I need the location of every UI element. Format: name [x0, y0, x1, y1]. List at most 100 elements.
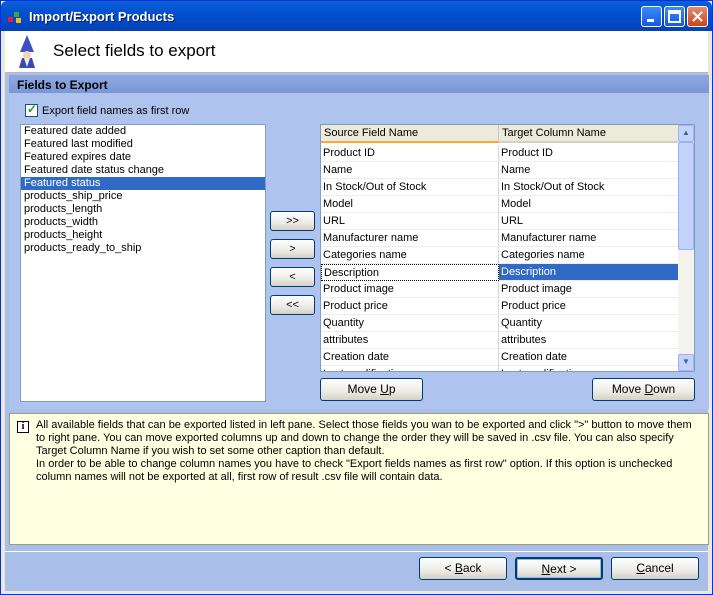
target-column-cell[interactable]: Product image [499, 281, 678, 298]
move-up-label-post: p [388, 382, 396, 396]
target-column-cell[interactable]: Quantity [499, 315, 678, 332]
grid-row[interactable]: Name Name [321, 162, 678, 179]
target-column-cell[interactable]: attributes [499, 332, 678, 349]
maximize-icon [668, 10, 681, 23]
source-field-cell[interactable]: Categories name [321, 247, 499, 264]
source-field-cell[interactable]: URL [321, 213, 499, 230]
page-title: Select fields to export [53, 41, 216, 60]
source-field-cell[interactable]: Product image [321, 281, 499, 298]
source-field-cell[interactable]: attributes [321, 332, 499, 349]
available-fields-list[interactable]: Featured date added Featured last modifie… [20, 124, 266, 402]
grid-row[interactable]: Last modificationLast modification [321, 366, 678, 371]
available-field-item[interactable]: Featured status [21, 177, 265, 190]
available-field-item[interactable]: products_ship_price [21, 190, 265, 203]
scroll-down-arrow[interactable]: ▼ [678, 354, 694, 371]
grid-row[interactable]: URL URL [321, 213, 678, 230]
source-field-cell[interactable]: In Stock/Out of Stock [321, 179, 499, 196]
target-column-cell[interactable]: Description [499, 264, 678, 281]
grid-row[interactable]: Product price Product price [321, 298, 678, 315]
source-field-cell[interactable]: Manufacturer name [321, 230, 499, 247]
export-names-checkbox-row[interactable]: ✓ Export field names as first row [25, 102, 189, 117]
add-all-button[interactable]: >> [270, 211, 315, 231]
target-column-cell[interactable]: Categories name [499, 247, 678, 264]
grid-row[interactable]: In Stock/Out of Stock In Stock/Out of Sto… [321, 179, 678, 196]
source-field-cell[interactable]: Product ID [321, 145, 499, 162]
add-button[interactable]: > [270, 239, 315, 259]
grid-row[interactable]: Creation date Creation date [321, 349, 678, 366]
next-label-post: ext > [550, 562, 577, 576]
checkmark-icon: ✓ [27, 102, 38, 116]
app-icon [8, 12, 21, 23]
grid-row[interactable]: Description Description [321, 264, 678, 281]
target-column-cell[interactable]: Product price [499, 298, 678, 315]
title-bar[interactable]: Import/Export Products [1, 1, 712, 31]
available-field-item[interactable]: products_ready_to_ship [21, 242, 265, 255]
wizard-footer: < Back Next > Cancel [5, 551, 708, 591]
available-field-item[interactable]: Featured date added [21, 125, 265, 138]
main-panel: Fields to Export ✓ Export field names as… [5, 73, 709, 551]
source-field-cell[interactable]: Name [321, 162, 499, 179]
remove-button[interactable]: < [270, 267, 315, 287]
next-button[interactable]: Next > [515, 557, 603, 580]
grid-scrollbar[interactable]: ▲ ▼ [678, 125, 694, 371]
available-field-item[interactable]: products_height [21, 229, 265, 242]
source-field-cell[interactable]: Creation date [321, 349, 499, 366]
back-label-post: ack [462, 561, 482, 575]
available-field-item[interactable]: Featured expires date [21, 151, 265, 164]
move-up-button[interactable]: Move Up [320, 378, 423, 401]
back-button[interactable]: < Back [419, 557, 507, 580]
info-paragraph-2: In order to be able to change column nam… [36, 458, 673, 483]
remove-all-button[interactable]: << [270, 295, 315, 315]
grid-row[interactable]: Product ID Product ID [321, 145, 678, 162]
move-down-label-post: own [653, 382, 676, 396]
grid-row[interactable]: Manufacturer name Manufacturer name [321, 230, 678, 247]
scroll-thumb[interactable] [678, 142, 694, 250]
back-label-pre: < [444, 561, 455, 575]
grid-row[interactable]: Categories name Categories name [321, 247, 678, 264]
target-column-cell[interactable]: Name [499, 162, 678, 179]
target-column-cell[interactable]: Product ID [499, 145, 678, 162]
minimize-button[interactable] [641, 6, 662, 27]
target-column-cell[interactable]: In Stock/Out of Stock [499, 179, 678, 196]
column-header-source[interactable]: Source Field Name [321, 125, 499, 143]
grid-row[interactable]: Model Model [321, 196, 678, 213]
target-column-cell[interactable]: Manufacturer name [499, 230, 678, 247]
grid-row[interactable]: attributes attributes [321, 332, 678, 349]
cancel-hotkey: C [636, 561, 645, 575]
target-column-cell[interactable]: URL [499, 213, 678, 230]
grid-row[interactable]: Product image Product image [321, 281, 678, 298]
available-field-item[interactable]: Featured last modified [21, 138, 265, 151]
target-column-cell[interactable]: Model [499, 196, 678, 213]
scroll-up-arrow[interactable]: ▲ [678, 125, 694, 142]
section-title: Fields to Export [9, 75, 709, 93]
source-field-cell[interactable]: Description [321, 264, 499, 281]
column-header-target[interactable]: Target Column Name [499, 125, 678, 143]
available-field-item[interactable]: products_length [21, 203, 265, 216]
wizard-icon [19, 35, 35, 68]
available-field-item[interactable]: products_width [21, 216, 265, 229]
window-title: Import/Export Products [29, 9, 175, 24]
source-field-cell[interactable]: Product price [321, 298, 499, 315]
export-fields-grid[interactable]: Source Field Name Target Column Name Pro… [320, 124, 695, 372]
target-column-cell[interactable]: Last modification [499, 366, 678, 371]
close-icon [692, 11, 703, 22]
move-down-hotkey: D [644, 382, 654, 396]
import-export-window: Import/Export Products Select fields to … [0, 0, 713, 595]
cancel-button[interactable]: Cancel [611, 557, 699, 580]
export-names-label[interactable]: Export field names as first row [42, 105, 189, 117]
back-hotkey: B [454, 561, 463, 575]
source-field-cell[interactable]: Model [321, 196, 499, 213]
info-text: All available fields that can be exporte… [36, 419, 702, 484]
source-field-cell[interactable]: Last modification [321, 366, 499, 371]
next-hotkey: N [541, 562, 551, 576]
target-column-cell[interactable]: Creation date [499, 349, 678, 366]
available-field-item[interactable]: Featured date status change [21, 164, 265, 177]
close-button[interactable] [687, 6, 708, 27]
wizard-header: Select fields to export [5, 31, 708, 73]
grid-row[interactable]: Quantity Quantity [321, 315, 678, 332]
maximize-button[interactable] [664, 6, 685, 27]
move-down-button[interactable]: Move Down [592, 378, 695, 401]
export-names-checkbox[interactable]: ✓ [25, 102, 38, 117]
source-field-cell[interactable]: Quantity [321, 315, 499, 332]
minimize-icon [647, 19, 654, 22]
